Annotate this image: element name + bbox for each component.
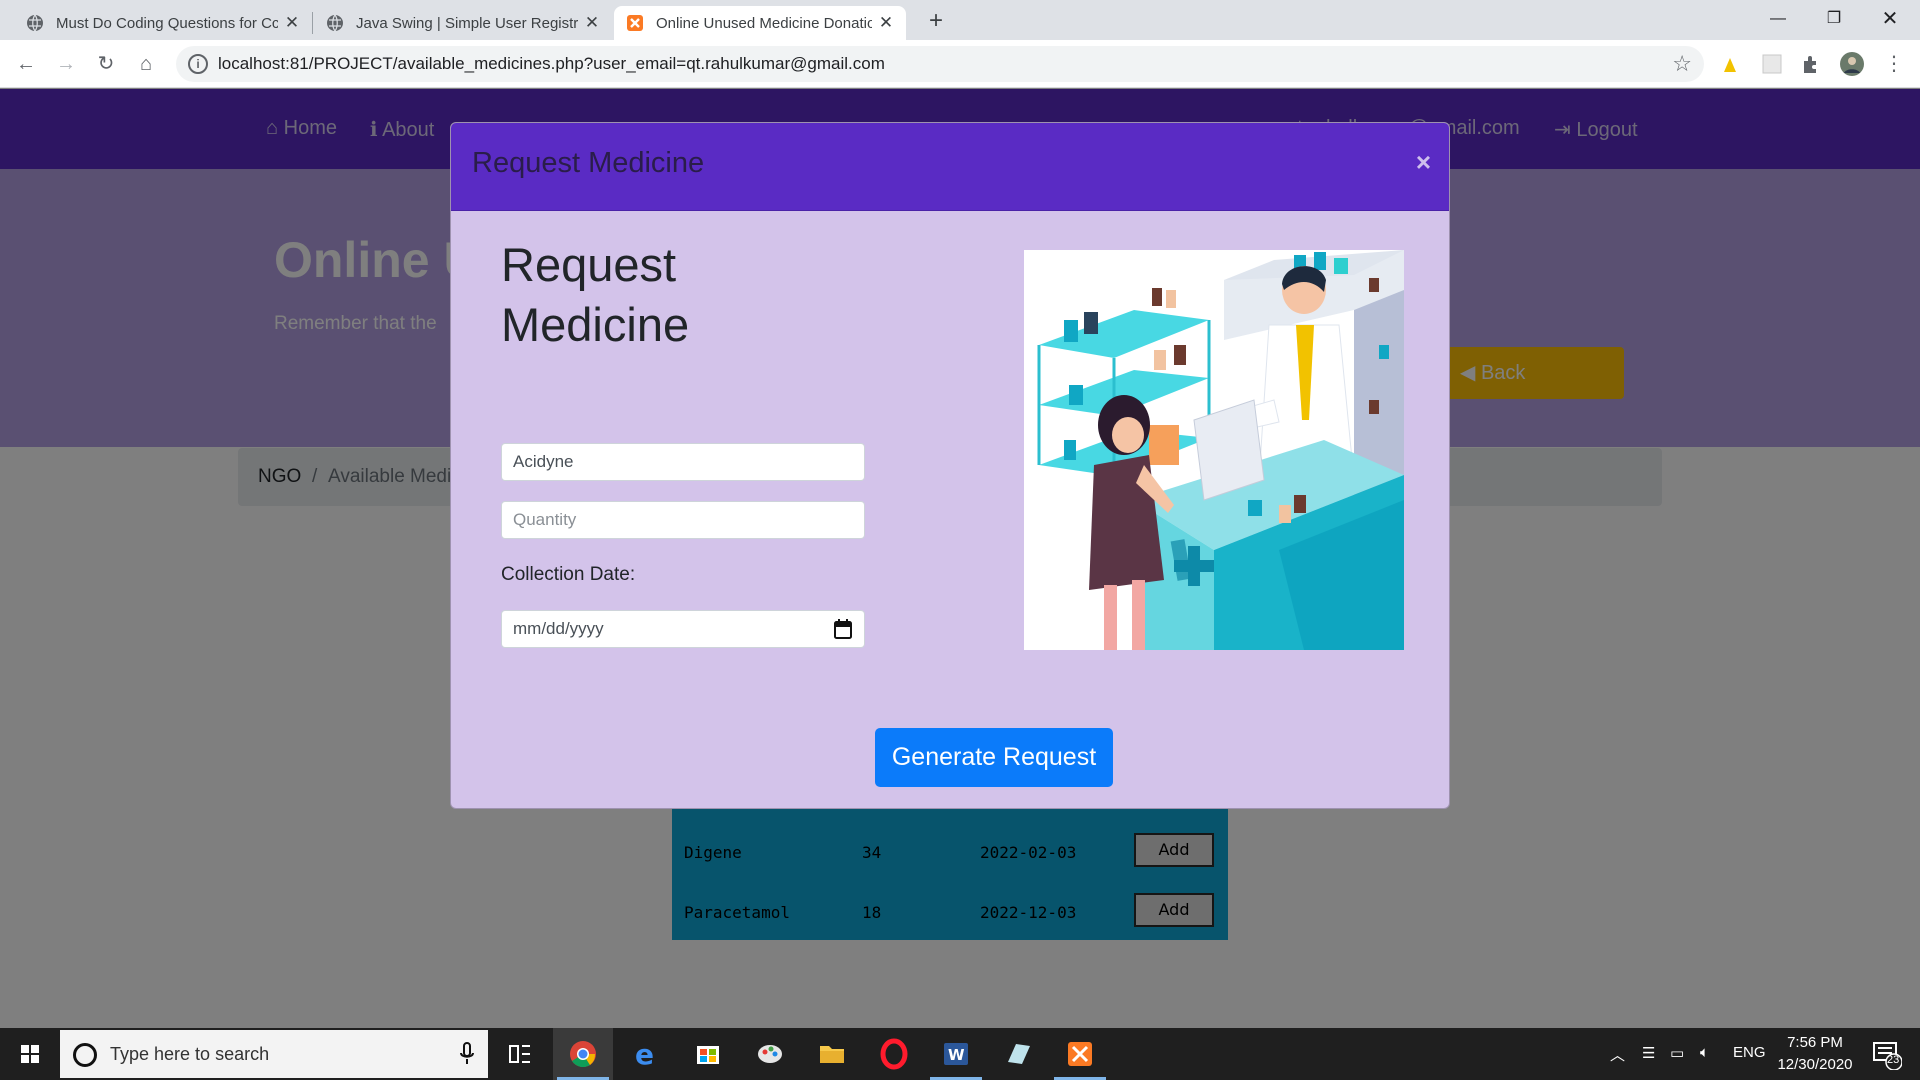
windows-start-icon[interactable] xyxy=(0,1028,60,1080)
restore-button[interactable]: ❐ xyxy=(1806,0,1862,40)
request-medicine-modal: Request Medicine × Request Medicine Acid… xyxy=(450,122,1450,809)
task-view-icon[interactable] xyxy=(490,1028,550,1080)
calendar-icon[interactable] xyxy=(834,619,852,639)
file-explorer-icon[interactable] xyxy=(802,1028,862,1080)
tab-strip: Must Do Coding Questions for Cc ✕ Java S… xyxy=(0,0,1920,40)
form-heading: Request Medicine xyxy=(501,235,801,355)
browser-tab-medicine-donation[interactable]: Online Unused Medicine Donatio ✕ xyxy=(614,6,906,40)
wifi-icon[interactable]: ☰ xyxy=(1642,1044,1655,1062)
windows-taskbar: Type here to search e W ︿ ☰ ▭ 🔈︎ ENG 7:5… xyxy=(0,1028,1920,1080)
close-tab-icon[interactable]: ✕ xyxy=(584,13,600,33)
tab-divider xyxy=(312,12,313,34)
toolbar: ← → ↻ ⌂ i localhost:81/PROJECT/available… xyxy=(0,40,1920,88)
browser-tab-java-swing[interactable]: Java Swing | Simple User Registra ✕ xyxy=(314,6,612,40)
collection-date-label: Collection Date: xyxy=(501,564,636,585)
xampp-icon xyxy=(627,15,643,31)
show-hidden-icons-icon[interactable]: ︿ xyxy=(1610,1044,1625,1065)
word-taskbar-button[interactable]: W xyxy=(926,1028,986,1080)
paint-icon[interactable] xyxy=(740,1028,800,1080)
notification-count: 23 xyxy=(1887,1054,1900,1066)
microphone-icon[interactable] xyxy=(460,1042,474,1066)
address-bar[interactable]: i localhost:81/PROJECT/available_medicin… xyxy=(176,46,1704,82)
url-text[interactable]: localhost:81/PROJECT/available_medicines… xyxy=(218,54,885,74)
generate-request-button[interactable]: Generate Request xyxy=(875,728,1113,787)
home-icon[interactable]: ⌂ xyxy=(132,50,160,78)
pharmacy-illustration xyxy=(1024,250,1404,650)
puzzle-icon[interactable] xyxy=(1800,52,1824,76)
date-placeholder: mm/dd/yyyy xyxy=(513,619,604,638)
system-clock[interactable]: 7:56 PM 12/30/2020 xyxy=(1760,1032,1870,1076)
tab-title: Must Do Coding Questions for Cc xyxy=(56,14,278,32)
menu-kebab-icon[interactable]: ⋮ xyxy=(1880,50,1908,78)
word-icon: W xyxy=(944,1043,968,1065)
opera-icon[interactable] xyxy=(864,1028,924,1080)
close-tab-icon[interactable]: ✕ xyxy=(284,13,300,33)
tab-title: Java Swing | Simple User Registra xyxy=(356,14,578,32)
xampp-taskbar-button[interactable] xyxy=(1050,1028,1110,1080)
xampp-icon xyxy=(1068,1042,1092,1066)
close-tab-icon[interactable]: ✕ xyxy=(878,13,894,33)
close-icon[interactable]: × xyxy=(1416,147,1431,178)
battery-icon[interactable]: ▭ xyxy=(1670,1044,1684,1062)
reload-icon[interactable]: ↻ xyxy=(92,50,120,78)
search-placeholder: Type here to search xyxy=(110,1044,270,1064)
globe-icon xyxy=(327,14,343,32)
quantity-field[interactable]: Quantity xyxy=(501,501,865,539)
store-icon[interactable] xyxy=(678,1028,738,1080)
volume-icon[interactable]: 🔈︎ xyxy=(1700,1044,1709,1061)
forward-arrow-icon[interactable]: → xyxy=(52,50,80,78)
action-center-button[interactable]: 23 xyxy=(1870,1038,1903,1071)
close-window-button[interactable]: ✕ xyxy=(1862,0,1918,40)
modal-title: Request Medicine xyxy=(472,147,705,179)
bookmark-star-icon[interactable]: ☆ xyxy=(1672,51,1692,77)
chrome-taskbar-button[interactable] xyxy=(553,1028,613,1080)
notepad-icon[interactable] xyxy=(988,1028,1048,1080)
svg-text:W: W xyxy=(948,1046,965,1064)
taskbar-search-box[interactable]: Type here to search xyxy=(60,1030,488,1078)
tab-title: Online Unused Medicine Donatio xyxy=(656,14,872,32)
clock-date: 12/30/2020 xyxy=(1777,1056,1853,1073)
site-info-icon[interactable]: i xyxy=(188,54,208,74)
extension-icon[interactable] xyxy=(1718,52,1742,76)
chrome-icon xyxy=(570,1041,596,1068)
globe-icon xyxy=(27,14,43,32)
form-heading-line1: Request xyxy=(501,238,677,291)
medicine-name-field[interactable]: Acidyne xyxy=(501,443,865,481)
form-heading-line2: Medicine xyxy=(501,298,690,351)
back-arrow-icon[interactable]: ← xyxy=(12,50,40,78)
edge-icon[interactable]: e xyxy=(616,1028,676,1080)
collection-date-field[interactable]: mm/dd/yyyy xyxy=(501,610,865,648)
svg-text:e: e xyxy=(635,1038,654,1071)
avatar[interactable] xyxy=(1840,52,1864,76)
minimize-button[interactable]: — xyxy=(1750,0,1806,40)
browser-tab-coding-questions[interactable]: Must Do Coding Questions for Cc ✕ xyxy=(14,6,312,40)
cortana-icon xyxy=(73,1043,97,1067)
new-tab-button[interactable]: + xyxy=(922,8,950,36)
modal-header: Request Medicine × xyxy=(451,123,1449,211)
clock-time: 7:56 PM xyxy=(1787,1034,1843,1051)
extension-icon[interactable] xyxy=(1760,52,1784,76)
